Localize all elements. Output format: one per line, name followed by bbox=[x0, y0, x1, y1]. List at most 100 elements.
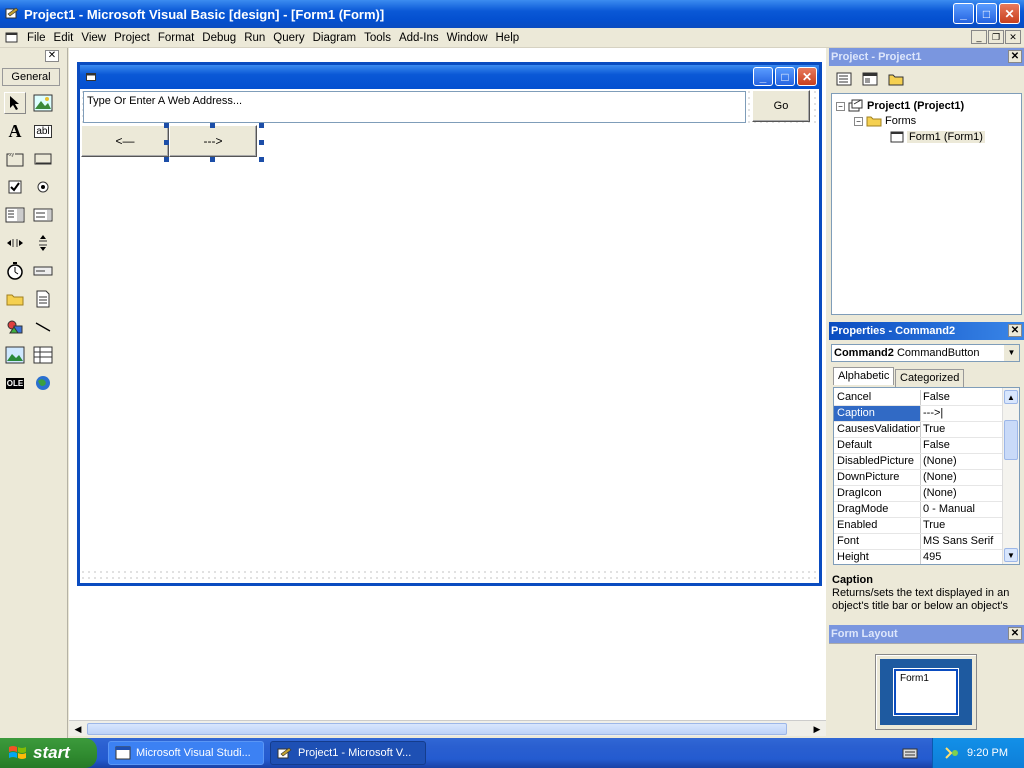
property-value[interactable]: (None) bbox=[921, 454, 1002, 469]
property-grid-scrollbar[interactable]: ▲ ▼ bbox=[1002, 388, 1019, 564]
network-tray-icon[interactable] bbox=[943, 746, 959, 760]
resize-handle[interactable] bbox=[164, 123, 169, 128]
form-layout-close-button[interactable]: ✕ bbox=[1008, 627, 1022, 640]
scroll-thumb[interactable] bbox=[1004, 420, 1018, 460]
combobox-icon[interactable] bbox=[4, 204, 26, 226]
properties-title[interactable]: Properties - Command2 ✕ bbox=[829, 322, 1024, 340]
clock[interactable]: 9:20 PM bbox=[967, 747, 1008, 759]
collapse-toggle-icon[interactable]: − bbox=[836, 101, 845, 111]
resize-handle[interactable] bbox=[210, 123, 215, 128]
property-row[interactable]: CausesValidation True bbox=[834, 422, 1002, 438]
scroll-down-button[interactable]: ▼ bbox=[1004, 548, 1018, 562]
menu-project[interactable]: Project bbox=[110, 32, 154, 44]
view-object-icon[interactable] bbox=[859, 69, 881, 89]
menu-file[interactable]: File bbox=[23, 32, 50, 44]
resize-handle[interactable] bbox=[164, 140, 169, 145]
forward-button[interactable]: ---> bbox=[169, 125, 257, 157]
workspace-hscrollbar[interactable]: ◀ ▶ bbox=[69, 720, 826, 736]
menu-help[interactable]: Help bbox=[492, 32, 524, 44]
pointer-icon[interactable] bbox=[4, 92, 26, 114]
vscrollbar-icon[interactable] bbox=[32, 232, 54, 254]
webbrowser-icon[interactable] bbox=[32, 372, 54, 394]
back-button[interactable]: <— bbox=[81, 125, 169, 157]
toolbox-general-tab[interactable]: General bbox=[2, 68, 60, 86]
hscrollbar-icon[interactable] bbox=[4, 232, 26, 254]
timer-icon[interactable] bbox=[4, 260, 26, 282]
vb-app-icon[interactable] bbox=[4, 6, 20, 22]
menu-tools[interactable]: Tools bbox=[360, 32, 395, 44]
optionbutton-icon[interactable] bbox=[32, 176, 54, 198]
resize-handle[interactable] bbox=[164, 157, 169, 162]
view-code-icon[interactable] bbox=[833, 69, 855, 89]
form-client-area[interactable]: Type Or Enter A Web Address... Go <— ---… bbox=[80, 89, 819, 583]
form-close-button[interactable]: ✕ bbox=[797, 67, 817, 86]
drivelistbox-icon[interactable] bbox=[32, 260, 54, 282]
property-row[interactable]: Caption --->| bbox=[834, 406, 1002, 422]
menu-diagram[interactable]: Diagram bbox=[309, 32, 360, 44]
data-icon[interactable] bbox=[32, 344, 54, 366]
property-value[interactable]: MS Sans Serif bbox=[921, 534, 1002, 549]
property-row[interactable]: DragIcon (None) bbox=[834, 486, 1002, 502]
project-explorer-title[interactable]: Project - Project1 ✕ bbox=[829, 48, 1024, 66]
project-explorer-close-button[interactable]: ✕ bbox=[1008, 50, 1022, 63]
property-value[interactable]: 0 - Manual bbox=[921, 502, 1002, 517]
mdi-minimize-button[interactable]: _ bbox=[971, 30, 987, 44]
menu-edit[interactable]: Edit bbox=[50, 32, 78, 44]
resize-handle[interactable] bbox=[210, 157, 215, 162]
commandbutton-icon[interactable] bbox=[32, 148, 54, 170]
maximize-button[interactable]: □ bbox=[976, 3, 997, 24]
mdi-close-button[interactable]: ✕ bbox=[1005, 30, 1021, 44]
address-textbox[interactable]: Type Or Enter A Web Address... bbox=[83, 91, 746, 123]
frame-icon[interactable]: xy bbox=[4, 148, 26, 170]
property-value[interactable]: 495 bbox=[921, 550, 1002, 564]
taskbar-item-project1[interactable]: Project1 - Microsoft V... bbox=[270, 741, 426, 765]
menu-window[interactable]: Window bbox=[443, 32, 492, 44]
form-doc-icon[interactable] bbox=[5, 32, 19, 44]
scroll-left-button[interactable]: ◀ bbox=[70, 722, 86, 736]
property-row[interactable]: DisabledPicture (None) bbox=[834, 454, 1002, 470]
menu-query[interactable]: Query bbox=[269, 32, 308, 44]
property-row[interactable]: Enabled True bbox=[834, 518, 1002, 534]
toolbox-close-button[interactable]: ✕ bbox=[45, 50, 59, 62]
chevron-down-icon[interactable]: ▼ bbox=[1004, 345, 1019, 361]
form-minimize-button[interactable]: _ bbox=[753, 67, 773, 86]
property-value[interactable]: True bbox=[921, 518, 1002, 533]
dirlistbox-icon[interactable] bbox=[4, 288, 26, 310]
property-row[interactable]: DragMode 0 - Manual bbox=[834, 502, 1002, 518]
menu-run[interactable]: Run bbox=[240, 32, 269, 44]
properties-close-button[interactable]: ✕ bbox=[1008, 324, 1022, 337]
ole-icon[interactable]: OLE bbox=[4, 372, 26, 394]
scroll-thumb[interactable] bbox=[87, 723, 787, 735]
form-layout-preview[interactable]: Form1 bbox=[893, 668, 959, 716]
form-layout-title[interactable]: Form Layout ✕ bbox=[829, 625, 1024, 643]
taskbar-item-visual-studio[interactable]: Microsoft Visual Studi... bbox=[108, 741, 264, 765]
toggle-folders-icon[interactable] bbox=[885, 69, 907, 89]
collapse-toggle-icon[interactable]: − bbox=[854, 116, 863, 126]
form-designer-window[interactable]: _ □ ✕ Type Or Enter A Web Address... Go … bbox=[77, 62, 822, 586]
menu-view[interactable]: View bbox=[77, 32, 110, 44]
property-row[interactable]: DownPicture (None) bbox=[834, 470, 1002, 486]
property-value[interactable]: False bbox=[921, 390, 1002, 405]
object-selector-combo[interactable]: Command2 CommandButton ▼ bbox=[831, 344, 1020, 362]
property-row[interactable]: Default False bbox=[834, 438, 1002, 454]
checkbox-icon[interactable] bbox=[4, 176, 26, 198]
menu-debug[interactable]: Debug bbox=[198, 32, 240, 44]
picturebox-icon[interactable] bbox=[32, 92, 54, 114]
tab-categorized[interactable]: Categorized bbox=[895, 369, 965, 387]
resize-handle[interactable] bbox=[259, 123, 264, 128]
keyboard-icon[interactable] bbox=[902, 746, 918, 760]
shape-icon[interactable] bbox=[4, 316, 26, 338]
property-value[interactable]: --->| bbox=[921, 406, 1002, 421]
property-value[interactable]: False bbox=[921, 438, 1002, 453]
line-icon[interactable] bbox=[32, 316, 54, 338]
filelistbox-icon[interactable] bbox=[32, 288, 54, 310]
property-value[interactable]: (None) bbox=[921, 486, 1002, 501]
tree-node-project[interactable]: − Project1 (Project1) bbox=[836, 99, 964, 113]
tree-node-form1[interactable]: Form1 (Form1) bbox=[890, 131, 985, 143]
menu-format[interactable]: Format bbox=[154, 32, 198, 44]
resize-handle[interactable] bbox=[259, 157, 264, 162]
image-icon[interactable] bbox=[4, 344, 26, 366]
property-row[interactable]: Font MS Sans Serif bbox=[834, 534, 1002, 550]
resize-handle[interactable] bbox=[259, 140, 264, 145]
form-title-bar[interactable]: _ □ ✕ bbox=[80, 65, 819, 89]
